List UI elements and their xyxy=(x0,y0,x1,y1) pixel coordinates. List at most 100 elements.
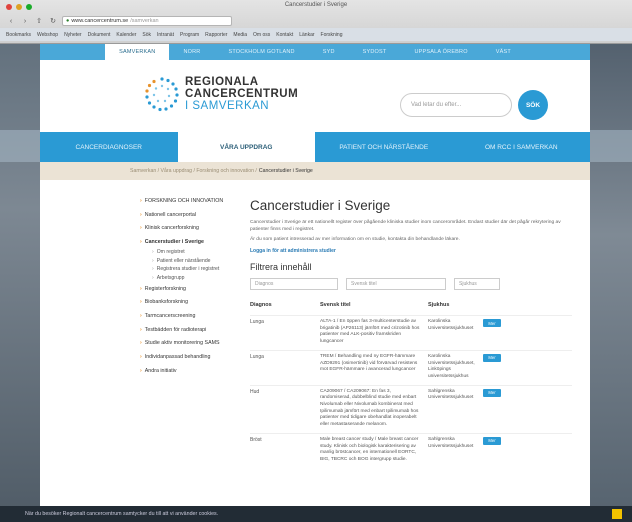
column-header-sjukhus: Sjukhus xyxy=(428,302,450,309)
region-nav-item[interactable]: SAMVERKAN xyxy=(105,44,170,60)
chevron-right-icon: › xyxy=(140,299,142,306)
titel-cell: ALTA-1 / En öppen fas 3-multicenterstudi… xyxy=(320,319,420,345)
more-info-button[interactable]: Mer xyxy=(483,436,501,445)
bookmark-item[interactable]: Media xyxy=(233,32,247,38)
more-info-button[interactable]: Mer xyxy=(483,388,501,397)
diagnos-cell: Lunga xyxy=(250,353,264,360)
chevron-right-icon: › xyxy=(152,266,154,273)
sidebar-subitem[interactable]: › Arbetsgrupp xyxy=(152,275,232,281)
region-nav-item[interactable]: SYDOST xyxy=(349,44,401,60)
admin-login-link[interactable]: Logga in för att administrera studier xyxy=(250,248,572,254)
sidebar-item[interactable]: › Registerforskning xyxy=(140,286,232,293)
forward-arrow-icon[interactable]: › xyxy=(20,18,30,25)
sidebar-item-label: Studie aktiv monitorering SAMS xyxy=(144,340,220,347)
titel-filter-input[interactable]: Svensk titel xyxy=(346,278,446,291)
sidebar-item-label: Registrera studier i registret xyxy=(156,266,220,273)
sidebar-item[interactable]: › Individanpassad behandling xyxy=(140,354,232,361)
region-nav-item[interactable]: VÄST xyxy=(482,44,525,60)
chevron-right-icon: › xyxy=(140,225,142,232)
bookmark-item[interactable]: Kontakt xyxy=(276,32,293,38)
sidebar-item[interactable]: › Biobanksforskning xyxy=(140,299,232,306)
breadcrumb-path[interactable]: Samverkan / Våra uppdrag / Forskning och… xyxy=(130,168,257,174)
sidebar-item[interactable]: › FORSKNING OCH INNOVATION xyxy=(140,198,232,205)
titel-cell: TREM / Behandling med ny EGFR-hämmare AZ… xyxy=(320,353,418,373)
sidebar-item[interactable]: › Nationell cancerportal xyxy=(140,212,232,219)
browser-window: Cancerstudier i Sverige ‹ › ⇧ ↻ ● www.ca… xyxy=(0,0,632,44)
bookmark-item[interactable]: Intranät xyxy=(157,32,174,38)
sidebar-item-label: Om registret xyxy=(156,249,185,256)
sidebar-subitem[interactable]: › Registrera studier i registret xyxy=(152,266,232,272)
bookmark-item[interactable]: Kalender xyxy=(116,32,136,38)
sidebar-item[interactable]: › Studie aktiv monitorering SAMS xyxy=(140,340,232,347)
titel-cell: Male breast cancer study / Male breast c… xyxy=(320,436,419,462)
more-info-button[interactable]: Mer xyxy=(483,353,501,362)
bookmark-item[interactable]: Länkar xyxy=(299,32,314,38)
breadcrumb: Samverkan / Våra uppdrag / Forskning och… xyxy=(40,162,590,180)
bookmark-item[interactable]: Program xyxy=(180,32,199,38)
background-right xyxy=(590,0,632,522)
address-url: www.cancercentrum.se xyxy=(71,18,129,24)
bookmark-item[interactable]: Webshop xyxy=(37,32,58,38)
action-cell: Mer xyxy=(483,319,503,346)
rcc-logo-text: REGIONALA CANCERCENTRUM I SAMVERKAN xyxy=(185,76,298,112)
search-input[interactable]: Vad letar du efter... xyxy=(400,93,512,117)
sjukhus-cell: Sahlgrenska Universitetssjukhuset xyxy=(428,436,474,449)
main-nav-item[interactable]: CANCERDIAGNOSER xyxy=(40,132,178,162)
page-title: Cancerstudier i Sverige xyxy=(250,198,391,213)
reload-icon[interactable]: ↻ xyxy=(48,17,58,25)
bookmark-item[interactable]: Om oss xyxy=(253,32,270,38)
bookmark-item[interactable]: Forskning xyxy=(321,32,343,38)
sidebar-item-label: FORSKNING OCH INNOVATION xyxy=(144,198,224,204)
main-nav-item[interactable]: OM RCC I SAMVERKAN xyxy=(453,132,591,162)
main-nav: CANCERDIAGNOSER VÅRA UPPDRAG PATIENT OCH N… xyxy=(40,132,590,162)
sjukhus-cell: Karolinska Universitetssjukhuset xyxy=(428,319,474,331)
sidebar-item-label: Biobanksforskning xyxy=(144,299,189,306)
table-row: Lunga TREM / Behandling med ny EGFR-hämma… xyxy=(250,349,572,385)
back-arrow-icon[interactable]: ‹ xyxy=(6,18,16,25)
chevron-right-icon: › xyxy=(140,367,142,374)
bookmark-item[interactable]: Rapporter xyxy=(205,32,227,38)
diagnos-cell: Lunga xyxy=(250,319,264,326)
chevron-right-icon: › xyxy=(140,285,142,292)
sidebar-item-label: Patient eller närstående xyxy=(156,257,211,264)
more-info-button[interactable]: Mer xyxy=(483,319,501,328)
main-nav-item[interactable]: PATIENT OCH NÄRSTÅENDE xyxy=(315,132,453,162)
sidebar-subitem[interactable]: › Om registret xyxy=(152,249,232,255)
bookmark-item[interactable]: Sök xyxy=(142,32,151,38)
region-nav-item[interactable]: STOCKHOLM GOTLAND xyxy=(214,44,308,60)
cookie-accept-button[interactable] xyxy=(612,509,622,519)
sidebar-item-label: Registerforskning xyxy=(144,285,186,292)
sidebar-item[interactable]: › Cancerstudier i Sverige xyxy=(140,239,232,246)
region-nav-item[interactable]: SYD xyxy=(309,44,349,60)
cookie-banner: När du besöker Regionalt cancercentrum s… xyxy=(0,506,632,522)
bookmark-item[interactable]: Dokument xyxy=(88,32,111,38)
site-header: REGIONALA CANCERCENTRUM I SAMVERKAN Vad … xyxy=(40,60,590,130)
table-header: Diagnos Svensk titel Sjukhus xyxy=(250,302,572,310)
sidebar-item[interactable]: › Andra initiativ xyxy=(140,368,232,375)
chevron-right-icon: › xyxy=(140,340,142,347)
sidebar-item-label: Individanpassad behandling xyxy=(144,353,211,360)
sidebar-item[interactable]: › Testbädden för radioterapi xyxy=(140,327,232,334)
search-button[interactable]: SÖK xyxy=(518,90,548,120)
region-nav: SAMVERKAN NORR STOCKHOLM GOTLAND SYD SYDOST U… xyxy=(40,44,590,60)
sidebar-nav: › FORSKNING OCH INNOVATION › Nationell canc… xyxy=(140,198,232,381)
address-bar[interactable]: ● www.cancercentrum.se/samverkan xyxy=(62,16,232,26)
sjukhus-filter-input[interactable]: Sjukhus xyxy=(454,278,500,291)
lock-icon: ● xyxy=(66,18,70,24)
bookmark-item[interactable]: Bookmarks xyxy=(6,32,31,38)
filter-row: Diagnos Svensk titel Sjukhus xyxy=(250,278,572,291)
region-nav-item[interactable]: NORR xyxy=(169,44,214,60)
chevron-right-icon: › xyxy=(140,353,142,360)
region-nav-item[interactable]: UPPSALA ÖREBRO xyxy=(400,44,481,60)
titel-cell: CA209067 / CA209067: En fas 3, randomise… xyxy=(320,388,419,428)
sidebar-subitem[interactable]: › Patient eller närstående xyxy=(152,258,232,264)
sidebar-item[interactable]: › Klinisk cancerforskning xyxy=(140,225,232,232)
sidebar-item[interactable]: › Tarmcancerscreening xyxy=(140,313,232,320)
diagnos-filter-input[interactable]: Diagnos xyxy=(250,278,338,291)
chevron-right-icon: › xyxy=(152,257,154,264)
bookmark-item[interactable]: Nyheter xyxy=(64,32,82,38)
column-header-diagnos: Diagnos xyxy=(250,302,272,309)
rcc-logo[interactable]: REGIONALA CANCERCENTRUM I SAMVERKAN xyxy=(144,76,298,112)
main-nav-item[interactable]: VÅRA UPPDRAG xyxy=(177,132,315,162)
share-icon[interactable]: ⇧ xyxy=(34,17,44,25)
